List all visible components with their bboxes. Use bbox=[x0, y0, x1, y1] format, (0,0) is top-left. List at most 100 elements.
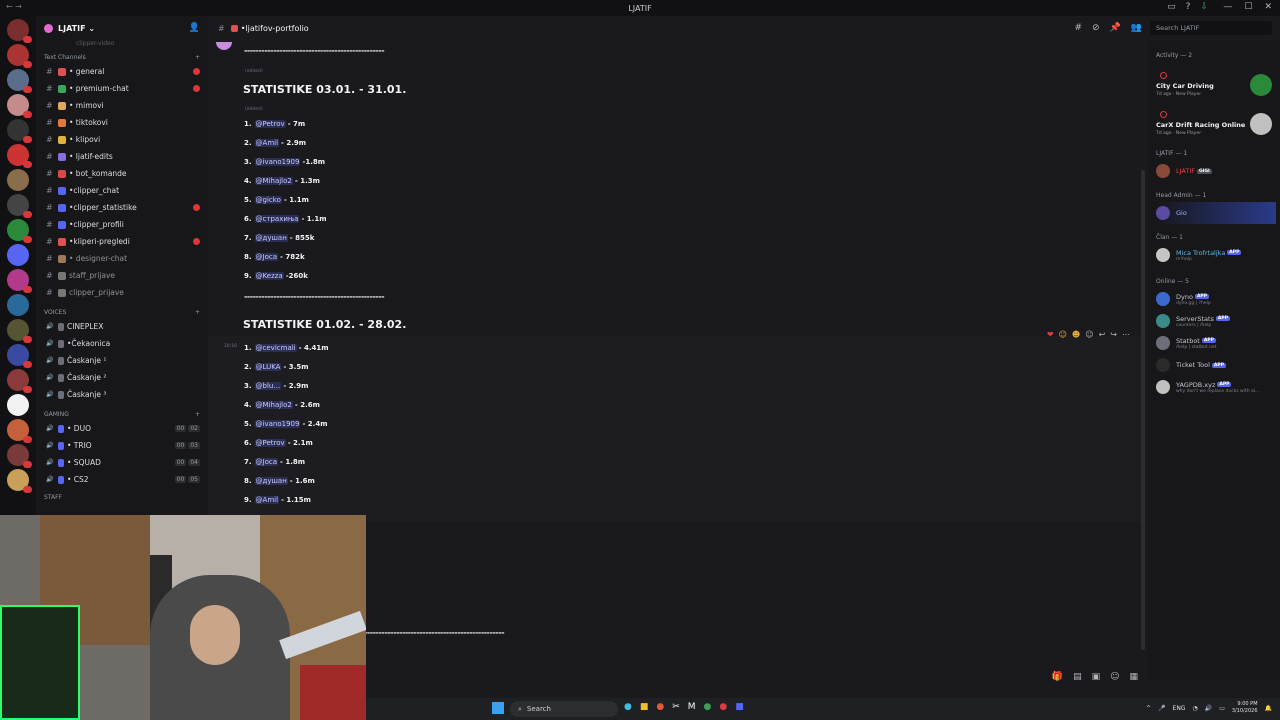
server-icon[interactable] bbox=[7, 219, 32, 243]
channel-item[interactable]: # •kliperi-pregledi bbox=[36, 233, 208, 250]
volume-icon[interactable]: 🔊 bbox=[1205, 705, 1212, 712]
emoji-icon[interactable]: ☺ bbox=[1110, 672, 1119, 682]
channel-item[interactable]: # • bot_komande bbox=[36, 165, 208, 182]
user-mention[interactable]: @Petrov bbox=[254, 439, 286, 447]
apps-icon[interactable]: ▦ bbox=[1129, 672, 1138, 682]
member-row[interactable]: LJATIF GIGI bbox=[1156, 160, 1276, 182]
user-mention[interactable]: @душан bbox=[254, 477, 288, 485]
server-icon[interactable] bbox=[7, 19, 32, 43]
chevron-up-icon[interactable]: ^ bbox=[1146, 705, 1151, 712]
voice-channel-item[interactable]: 🔊 • SQUAD 00 04 bbox=[36, 454, 208, 471]
message-input-bar[interactable]: 🎁 ▤ ▣ ☺ ▦ bbox=[364, 668, 1144, 688]
channel-item[interactable]: # • tiktokovi bbox=[36, 114, 208, 131]
server-icon[interactable] bbox=[7, 294, 29, 316]
help-icon[interactable]: ? bbox=[1186, 2, 1191, 12]
search-input[interactable]: Search LJATIF bbox=[1150, 21, 1272, 35]
category-staff[interactable]: STAFF bbox=[36, 488, 208, 503]
user-mention[interactable]: @ivano1909 bbox=[254, 420, 301, 428]
chrome-icon[interactable]: ● bbox=[704, 702, 712, 712]
server-icon[interactable] bbox=[7, 419, 32, 443]
pin-icon[interactable]: 📌 bbox=[1110, 23, 1121, 33]
member-row[interactable]: YAGPDB.xyz APP why don't we replace ducks … bbox=[1156, 376, 1276, 398]
channel-item[interactable]: # •clipper_chat bbox=[36, 182, 208, 199]
channel-item[interactable]: # staff_prijave bbox=[36, 267, 208, 284]
close-icon[interactable]: ✕ bbox=[1264, 2, 1272, 12]
activity-card[interactable]: CarX Drift Racing Online 7d ago · New Pl… bbox=[1154, 111, 1276, 145]
server-icon[interactable] bbox=[7, 169, 29, 191]
channel-item[interactable]: # • klipovi bbox=[36, 131, 208, 148]
user-mention[interactable]: @Amil bbox=[254, 496, 280, 504]
chrome-icon[interactable]: ● bbox=[656, 702, 664, 712]
voice-channel-item[interactable]: 🔊 • DUO 00 02 bbox=[36, 420, 208, 437]
maximize-icon[interactable]: ☐ bbox=[1244, 2, 1252, 12]
member-row[interactable]: Dyno APP dyno.gg | ?help bbox=[1156, 288, 1276, 310]
clock[interactable]: 9:00 PM 3/10/2026 bbox=[1232, 701, 1258, 715]
user-mention[interactable]: @Petrov bbox=[254, 120, 286, 128]
download-icon[interactable]: ⇩ bbox=[1200, 2, 1208, 12]
microphone-icon[interactable]: 🎤 bbox=[1158, 705, 1165, 712]
add-channel-icon[interactable]: + bbox=[195, 309, 200, 316]
voice-channel-item[interactable]: 🔊 • CS2 00 05 bbox=[36, 471, 208, 488]
inbox-icon[interactable]: ▭ bbox=[1167, 2, 1176, 12]
user-mention[interactable]: @Joca bbox=[254, 253, 279, 261]
activity-card[interactable]: City Car Driving 7d ago · New Player bbox=[1154, 72, 1276, 106]
server-icon[interactable] bbox=[7, 344, 32, 368]
add-reaction-icon[interactable]: ☺ bbox=[1085, 330, 1093, 339]
server-icon[interactable] bbox=[7, 269, 32, 293]
channel-item[interactable]: # • premium-chat bbox=[36, 80, 208, 97]
reply-icon[interactable]: ↩ bbox=[1099, 330, 1106, 339]
server-icon[interactable] bbox=[7, 319, 32, 343]
channel-item[interactable]: # •clipper_profili bbox=[36, 216, 208, 233]
user-mention[interactable]: @Kezza bbox=[254, 272, 284, 280]
sticker-icon[interactable]: ▣ bbox=[1092, 672, 1101, 682]
server-icon[interactable] bbox=[7, 144, 32, 168]
smile-reaction-icon[interactable]: ☻ bbox=[1072, 330, 1080, 339]
voice-channel-item[interactable]: 🔊 Časkanje ¹ bbox=[36, 352, 208, 369]
discord-icon[interactable]: ■ bbox=[735, 702, 744, 712]
threads-icon[interactable]: # bbox=[1074, 23, 1082, 33]
notification-icon[interactable]: 🔔 bbox=[1265, 705, 1272, 712]
minimize-icon[interactable]: — bbox=[1223, 2, 1232, 12]
channel-item[interactable]: # • designer-chat bbox=[36, 250, 208, 267]
scrollbar[interactable] bbox=[1141, 170, 1145, 650]
more-options-icon[interactable]: ⋯ bbox=[1122, 330, 1130, 339]
user-mention[interactable]: @ivano1909 bbox=[254, 158, 301, 166]
voice-channel-item[interactable]: 🔊 CINEPLEX bbox=[36, 318, 208, 335]
language-indicator[interactable]: ENG bbox=[1173, 705, 1186, 712]
wifi-icon[interactable]: ◔ bbox=[1192, 705, 1197, 712]
user-mention[interactable]: @страхиња bbox=[254, 215, 300, 223]
channel-item[interactable]: # • ljatif-edits bbox=[36, 148, 208, 165]
voice-channel-item[interactable]: 🔊 •Čekaonica bbox=[36, 335, 208, 352]
server-icon[interactable] bbox=[7, 394, 29, 416]
user-mention[interactable]: @Joca bbox=[254, 458, 279, 466]
server-icon[interactable] bbox=[7, 44, 32, 68]
clipped-channel[interactable]: clipper-video bbox=[36, 40, 208, 48]
category-voices[interactable]: VOICES + bbox=[36, 301, 208, 318]
windows-icon[interactable] bbox=[492, 702, 504, 714]
user-mention[interactable]: @Mihajlo2 bbox=[254, 401, 293, 409]
voice-channel-item[interactable]: 🔊 Časkanje ³ bbox=[36, 386, 208, 403]
member-row[interactable]: Gio bbox=[1156, 202, 1276, 224]
channel-item[interactable]: # clipper_prijave bbox=[36, 284, 208, 301]
server-icon[interactable] bbox=[7, 119, 32, 143]
server-icon[interactable] bbox=[7, 244, 29, 266]
server-header[interactable]: LJATIF ⌄ 👤 bbox=[36, 16, 208, 40]
channel-item[interactable]: # •clipper_statistike bbox=[36, 199, 208, 216]
user-mention[interactable]: @Mihajlo2 bbox=[254, 177, 293, 185]
server-icon[interactable] bbox=[7, 194, 32, 218]
user-mention[interactable]: @Amil bbox=[254, 139, 280, 147]
user-mention[interactable]: @blu… bbox=[254, 382, 282, 390]
category-gaming[interactable]: GAMING + bbox=[36, 403, 208, 420]
heart-reaction-icon[interactable]: ❤ bbox=[1047, 330, 1054, 339]
gmail-icon[interactable]: M bbox=[688, 702, 696, 712]
avatar[interactable] bbox=[216, 42, 232, 50]
gif-icon[interactable]: ▤ bbox=[1073, 672, 1082, 682]
add-channel-icon[interactable]: + bbox=[195, 54, 200, 61]
channel-item[interactable]: # • general bbox=[36, 63, 208, 80]
user-mention[interactable]: @gicko bbox=[254, 196, 282, 204]
laugh-reaction-icon[interactable]: ☺ bbox=[1059, 330, 1067, 339]
user-mention[interactable]: @cevicmali bbox=[254, 344, 297, 352]
server-icon[interactable] bbox=[7, 444, 32, 468]
chrome-icon[interactable]: ● bbox=[719, 702, 727, 712]
voice-channel-item[interactable]: 🔊 Časkanje ² bbox=[36, 369, 208, 386]
